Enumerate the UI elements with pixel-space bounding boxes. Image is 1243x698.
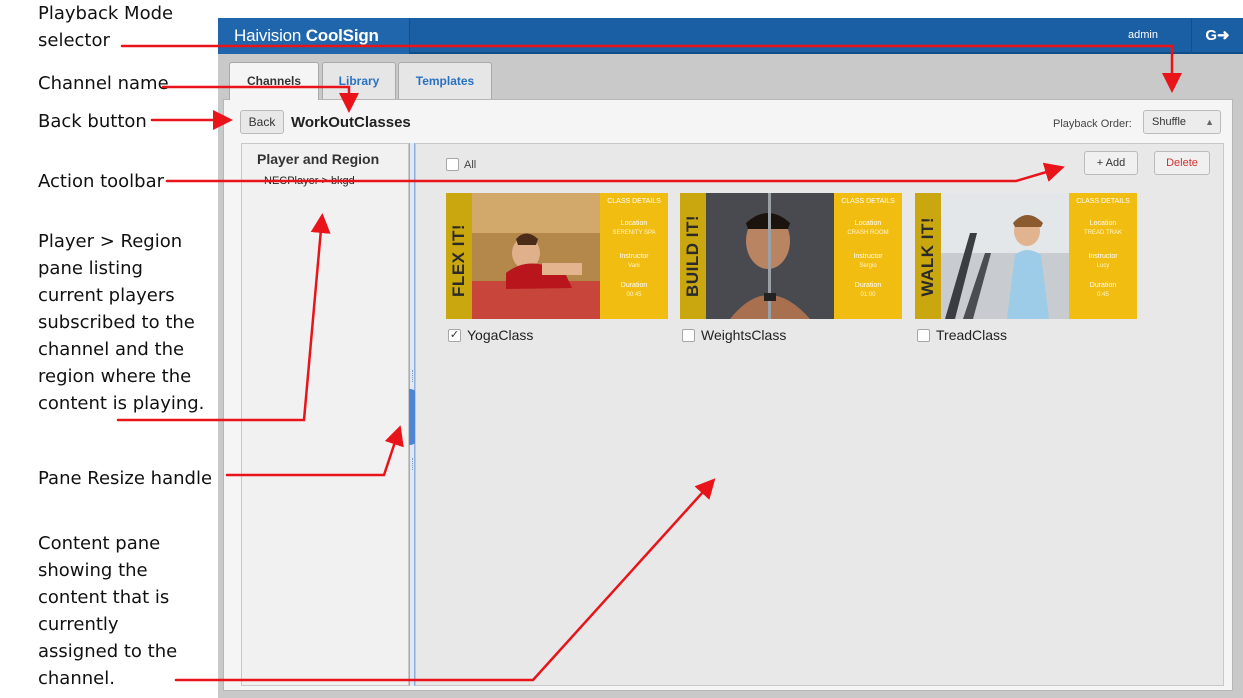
playback-order-value: Shuffle — [1152, 116, 1187, 128]
callout-content-pane: Content pane showing the content that is… — [38, 533, 178, 689]
class-details-panel: CLASS DETAILS Location SERENITY SPA Inst… — [600, 193, 668, 319]
logo-area: Haivision CoolSign — [218, 18, 410, 54]
player-region-title: Player and Region — [257, 151, 380, 167]
location-label: Location — [1089, 220, 1117, 227]
playback-order-label: Playback Order: — [1053, 118, 1132, 130]
details-title: CLASS DETAILS — [1076, 198, 1130, 205]
content-pane: All + Add Delete FLEX IT! CLASS DETAILS … — [415, 143, 1224, 686]
content-checkbox[interactable] — [917, 329, 930, 342]
coolsign-app-window: Haivision CoolSign admin G➜ Channels Lib… — [218, 18, 1243, 698]
content-name: WeightsClass — [701, 327, 787, 343]
location-value: TREAD TRAK — [1084, 230, 1122, 236]
duration-label: Duration — [620, 282, 648, 289]
grip-dots-icon — [412, 370, 414, 382]
delete-content-button[interactable]: Delete — [1154, 151, 1210, 175]
action-toolbar: All + Add Delete — [416, 144, 1223, 188]
playback-order-select[interactable]: Shuffle ▲ — [1143, 110, 1221, 134]
grip-dots-icon — [412, 458, 414, 470]
callout-player-region-pane: Player > Region pane listing current pla… — [38, 231, 205, 414]
player-region-item[interactable]: NECPlayer > bkgd — [264, 175, 355, 187]
location-label: Location — [854, 220, 882, 227]
callout-playback-mode: Playback Mode selector — [38, 3, 174, 51]
callout-back-button: Back button — [38, 111, 147, 132]
duration-label: Duration — [854, 282, 882, 289]
instructor-value: Vani — [628, 263, 640, 269]
content-card-weightsclass[interactable]: BUILD IT! CLASS DETAILS Location CRASH R… — [680, 193, 902, 343]
duration-label: Duration — [1089, 282, 1117, 289]
banner-text: BUILD IT! — [683, 215, 702, 297]
banner-text: FLEX IT! — [449, 224, 468, 297]
instructor-value: Lucy — [1096, 263, 1110, 269]
instructor-value: Sergio — [859, 263, 877, 269]
content-card-treadclass[interactable]: WALK IT! CLASS DETAILS Location TREAD TR… — [915, 193, 1137, 343]
user-menu[interactable]: admin — [1128, 29, 1158, 41]
content-thumbnail[interactable]: WALK IT! CLASS DETAILS Location TREAD TR… — [915, 193, 1137, 319]
callout-channel-name: Channel name — [38, 73, 169, 94]
content-name: YogaClass — [467, 327, 534, 343]
content-checkbox[interactable] — [682, 329, 695, 342]
content-card-yogaclass[interactable]: FLEX IT! CLASS DETAILS Location SERENITY… — [446, 193, 668, 343]
class-details-panel: CLASS DETAILS Location TREAD TRAK Instru… — [1069, 193, 1137, 319]
logout-arrow-icon[interactable]: G➜ — [1191, 18, 1243, 54]
content-thumbnail[interactable]: BUILD IT! CLASS DETAILS Location CRASH R… — [680, 193, 902, 319]
duration-value: 00:45 — [626, 292, 642, 298]
add-content-button[interactable]: + Add — [1084, 151, 1138, 175]
content-thumbnail[interactable]: FLEX IT! CLASS DETAILS Location SERENITY… — [446, 193, 668, 319]
duration-value: 01:00 — [860, 292, 876, 298]
tab-templates[interactable]: Templates — [398, 62, 492, 99]
callout-pane-resize-handle: Pane Resize handle — [38, 468, 213, 489]
details-title: CLASS DETAILS — [607, 198, 661, 205]
class-details-panel: CLASS DETAILS Location CRASH ROOM Instru… — [834, 193, 902, 319]
channel-name: WorkOutClasses — [291, 114, 411, 131]
select-caret-icon: ▲ — [1205, 117, 1214, 127]
content-checkbox[interactable]: ✓ — [448, 329, 461, 342]
location-label: Location — [620, 220, 648, 227]
banner-text: WALK IT! — [918, 217, 937, 297]
select-all-checkbox[interactable] — [446, 158, 459, 171]
location-value: CRASH ROOM — [847, 230, 889, 236]
details-title: CLASS DETAILS — [841, 198, 895, 205]
instructor-label: Instructor — [1088, 253, 1118, 260]
instructor-label: Instructor — [619, 253, 649, 260]
tab-channels[interactable]: Channels — [229, 62, 319, 100]
select-all-label: All — [464, 159, 477, 171]
duration-value: 0:45 — [1097, 292, 1109, 298]
tab-library[interactable]: Library — [322, 62, 396, 99]
instructor-label: Instructor — [853, 253, 883, 260]
top-bar: Haivision CoolSign admin G➜ — [218, 18, 1243, 54]
channel-panel: Back WorkOutClasses Playback Order: Shuf… — [223, 99, 1233, 691]
player-region-pane: Player and Region NECPlayer > bkgd — [241, 143, 409, 686]
location-value: SERENITY SPA — [612, 230, 656, 236]
back-button[interactable]: Back — [240, 110, 284, 134]
haivision-coolsign-logo: Haivision CoolSign — [234, 26, 379, 45]
content-name: TreadClass — [936, 327, 1008, 343]
callout-action-toolbar: Action toolbar — [38, 171, 165, 192]
